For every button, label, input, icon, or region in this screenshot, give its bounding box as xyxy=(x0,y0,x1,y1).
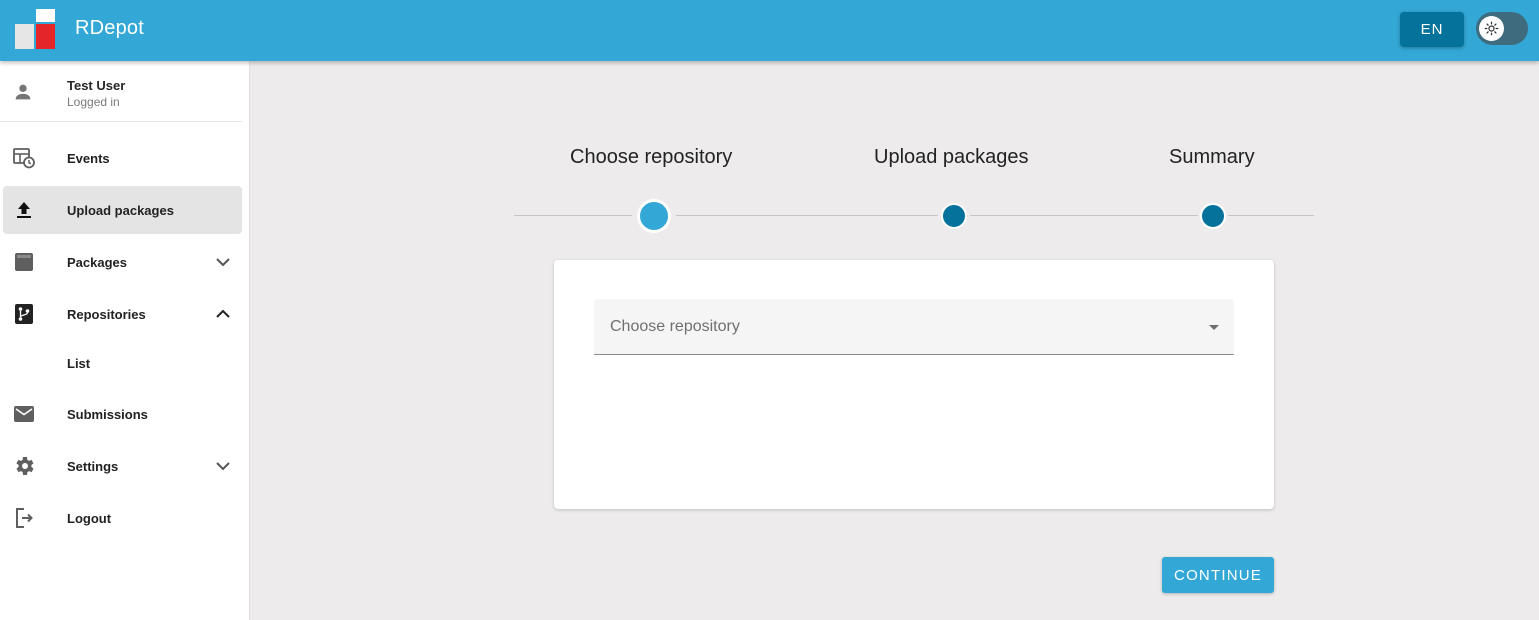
user-profile: Test User Logged in xyxy=(0,61,242,122)
sidebar-item-label: List xyxy=(67,356,91,371)
step-dot-active[interactable] xyxy=(637,199,671,233)
chevron-down-icon xyxy=(216,258,230,267)
user-icon xyxy=(15,84,31,100)
sidebar-item-logout[interactable]: Logout xyxy=(3,494,242,542)
sidebar-item-label: Upload packages xyxy=(67,203,174,218)
upload-icon xyxy=(17,202,31,218)
stepper-line xyxy=(676,215,938,216)
repository-icon xyxy=(15,304,33,324)
repository-select[interactable]: Choose repository xyxy=(594,299,1234,355)
mail-icon xyxy=(14,406,34,422)
step-dot[interactable] xyxy=(1200,203,1226,229)
step-label-choose-repository: Choose repository xyxy=(570,146,733,168)
app-title: RDepot xyxy=(75,17,145,39)
sidebar-item-label: Settings xyxy=(67,459,119,474)
sidebar-item-label: Submissions xyxy=(67,407,148,422)
continue-button[interactable]: CONTINUE xyxy=(1162,557,1274,593)
repository-card: Choose repository xyxy=(554,260,1274,509)
chevron-down-icon xyxy=(216,462,230,471)
rdepot-logo[interactable] xyxy=(15,9,55,49)
sidebar-item-label: Logout xyxy=(67,511,112,526)
sidebar-item-label: Repositories xyxy=(67,307,146,322)
sidebar-item-packages[interactable]: Packages xyxy=(3,238,242,286)
sidebar-item-submissions[interactable]: Submissions xyxy=(3,390,242,438)
sidebar-item-label: Packages xyxy=(67,255,127,270)
sidebar-item-repositories[interactable]: Repositories xyxy=(3,290,242,338)
user-name: Test User xyxy=(67,78,126,93)
app-header: RDepot EN xyxy=(0,0,1539,61)
gear-icon xyxy=(16,457,34,475)
events-icon xyxy=(13,148,35,169)
chevron-up-icon xyxy=(216,309,230,318)
user-status: Logged in xyxy=(67,95,120,109)
step-label-summary: Summary xyxy=(1169,146,1255,168)
step-dot[interactable] xyxy=(941,203,967,229)
sidebar-item-events[interactable]: Events xyxy=(3,134,242,182)
sidebar: Test User Logged in Events Upload packag… xyxy=(0,61,250,620)
caret-down-icon xyxy=(1209,325,1219,330)
sun-icon xyxy=(1479,16,1504,41)
package-icon xyxy=(15,253,33,271)
sidebar-item-label: Events xyxy=(67,151,110,166)
language-button[interactable]: EN xyxy=(1400,12,1464,47)
logout-icon xyxy=(16,508,33,528)
sidebar-item-settings[interactable]: Settings xyxy=(3,442,242,490)
sidebar-subitem-list[interactable]: List xyxy=(3,342,242,390)
stepper-line xyxy=(514,215,632,216)
stepper-line xyxy=(970,215,1198,216)
step-label-upload-packages: Upload packages xyxy=(874,146,1029,168)
stepper-line xyxy=(1228,215,1314,216)
repository-select-placeholder: Choose repository xyxy=(610,318,740,335)
sidebar-item-upload-packages[interactable]: Upload packages xyxy=(3,186,242,234)
theme-toggle[interactable] xyxy=(1476,12,1528,45)
